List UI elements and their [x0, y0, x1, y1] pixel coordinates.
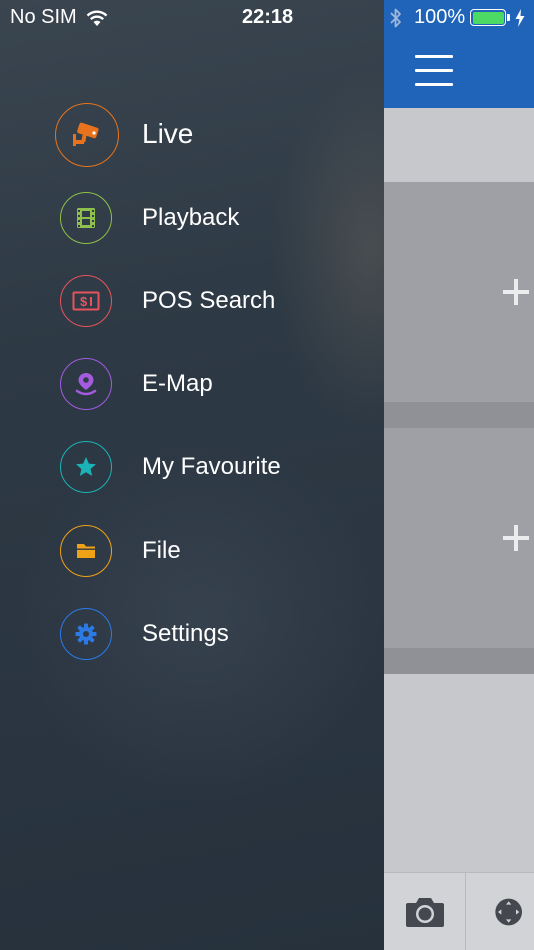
menu-label-live: Live: [142, 118, 194, 149]
battery-percent: 100%: [414, 6, 466, 28]
bluetooth-icon: [390, 8, 401, 28]
surveillance-camera-icon: [55, 103, 119, 167]
battery-icon: [470, 9, 506, 26]
menu-item-e-map[interactable]: E-Map: [0, 350, 384, 420]
menu-label-pos-search: POS Search: [142, 287, 276, 314]
ptz-direction-icon: [495, 898, 522, 926]
menu-item-live[interactable]: Live: [0, 100, 384, 170]
video-slot-2[interactable]: [384, 428, 534, 648]
pos-receipt-icon: $: [60, 275, 112, 327]
menu-item-settings[interactable]: Settings: [0, 600, 384, 670]
wifi-icon: [86, 10, 108, 26]
menu-item-pos-search[interactable]: $ POS Search: [0, 266, 384, 336]
folder-icon: [60, 525, 112, 577]
menu-item-file[interactable]: File: [0, 516, 384, 586]
menu-label-my-favourite: My Favourite: [142, 453, 281, 480]
camera-icon: [405, 898, 444, 927]
menu-label-e-map: E-Map: [142, 370, 213, 397]
battery-tip: [507, 14, 510, 21]
gear-icon: [60, 608, 112, 660]
screen: Live Playback $ POS Search E-Map My Favo…: [0, 0, 534, 950]
slot-divider: [384, 648, 534, 674]
svg-text:$: $: [80, 294, 88, 309]
menu-item-my-favourite[interactable]: My Favourite: [0, 433, 384, 503]
charging-bolt-icon: [515, 9, 525, 27]
side-drawer: Live Playback $ POS Search E-Map My Favo…: [0, 0, 384, 950]
video-slot-1[interactable]: [384, 182, 534, 402]
menu-label-settings: Settings: [142, 620, 229, 647]
bottom-toolbar: [384, 872, 534, 950]
add-channel-plus-icon[interactable]: [502, 524, 530, 552]
menu-item-playback[interactable]: Playback: [0, 183, 384, 253]
hamburger-menu-icon[interactable]: [415, 55, 453, 87]
slot-divider: [384, 402, 534, 428]
clock: 22:18: [242, 6, 294, 28]
menu-label-file: File: [142, 537, 181, 564]
menu-label-playback: Playback: [142, 204, 240, 231]
star-icon: [60, 441, 112, 493]
live-view-panel: [384, 0, 534, 950]
carrier-label: No SIM: [10, 6, 77, 28]
battery-level-fill: [472, 11, 504, 24]
snapshot-button[interactable]: [384, 873, 465, 950]
film-strip-icon: [60, 192, 112, 244]
map-pin-icon: [60, 358, 112, 410]
add-channel-plus-icon[interactable]: [502, 278, 530, 306]
ptz-button[interactable]: [466, 873, 534, 950]
